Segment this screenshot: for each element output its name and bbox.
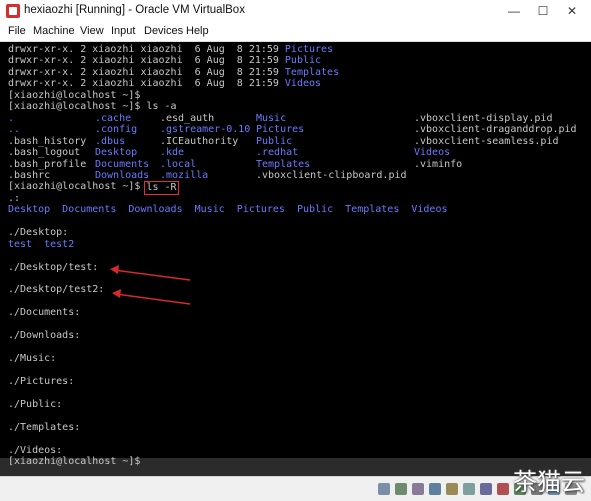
terminal-text: ./Templates:: [8, 422, 81, 433]
vm-status-bar: [0, 476, 591, 501]
menu-file[interactable]: File: [8, 25, 26, 37]
usb-icon[interactable]: [446, 483, 458, 495]
terminal-text: ./Downloads:: [8, 330, 81, 341]
minimize-button[interactable]: —: [500, 2, 528, 20]
terminal-text: Public: [284, 55, 322, 66]
terminal-text: drwxr-xr-x. 2 xiaozhi xiaozhi 6 Aug 8 21…: [8, 78, 285, 89]
terminal-text: .config: [95, 124, 138, 135]
terminal-text: Desktop Documents Downloads Music Pictur…: [8, 204, 448, 215]
terminal-text: .vboxclient-draganddrop.pid: [414, 124, 577, 135]
terminal-text: .bash_logout: [8, 147, 81, 158]
close-button[interactable]: ✕: [558, 2, 586, 20]
terminal-text: test test2: [8, 239, 75, 250]
virtualbox-app-icon: [6, 4, 20, 18]
terminal-text: ./Music:: [8, 353, 57, 364]
network-icon[interactable]: [429, 483, 441, 495]
maximize-button[interactable]: ☐: [529, 2, 557, 20]
terminal-text: .viminfo: [414, 159, 463, 170]
terminal-text: Desktop: [95, 147, 138, 158]
title-bar: hexiaozhi [Running] - Oracle VM VirtualB…: [0, 0, 591, 23]
terminal-text: .redhat: [256, 147, 299, 158]
terminal-text: ./Public:: [8, 399, 63, 410]
terminal-text: [xiaozhi@localhost ~]$ ls -a: [8, 101, 177, 112]
vm-terminal-screen[interactable]: drwxr-xr-x. 2 xiaozhi xiaozhi 6 Aug 8 21…: [0, 42, 591, 476]
menu-view[interactable]: View: [80, 25, 104, 37]
terminal-text: ./Desktop:: [8, 227, 69, 238]
terminal-text: .kde: [160, 147, 185, 158]
menu-devices[interactable]: Devices: [144, 25, 183, 37]
menu-help[interactable]: Help: [186, 25, 209, 37]
audio-icon[interactable]: [412, 483, 424, 495]
menu-bar: File Machine View Input Devices Help: [0, 22, 591, 42]
menu-input[interactable]: Input: [111, 25, 135, 37]
terminal-text: ./Desktop/test:: [8, 262, 99, 273]
terminal-text: ./Documents:: [8, 307, 81, 318]
watermark: 茶猫云: [513, 468, 585, 496]
terminal-text: [xiaozhi@localhost ~]$: [8, 181, 147, 192]
terminal-text: Videos: [284, 78, 322, 89]
arrow-desktop-test: [110, 265, 191, 281]
terminal-text: Pictures: [256, 124, 305, 135]
terminal-text: drwxr-xr-x. 2 xiaozhi xiaozhi 6 Aug 8 21…: [8, 55, 285, 66]
hard-disk-icon[interactable]: [378, 483, 390, 495]
highlighted-command: ls -R: [144, 181, 179, 195]
terminal-text: Videos: [414, 147, 451, 158]
terminal-text: .vboxclient-clipboard.pid: [256, 170, 407, 181]
terminal-text: ..: [8, 124, 21, 135]
shared-folder-icon[interactable]: [463, 483, 475, 495]
menu-machine[interactable]: Machine: [33, 25, 75, 37]
terminal-text: ./Pictures:: [8, 376, 75, 387]
terminal-text: .gstreamer-0.10: [160, 124, 251, 135]
terminal-text: ./Desktop/test2:: [8, 284, 105, 295]
optical-drive-icon[interactable]: [395, 483, 407, 495]
terminal-text: [xiaozhi@localhost ~]$: [8, 456, 141, 467]
recording-icon[interactable]: [497, 483, 509, 495]
arrow-desktop-test2: [112, 289, 191, 305]
display-icon[interactable]: [480, 483, 492, 495]
window-title: hexiaozhi [Running] - Oracle VM VirtualB…: [24, 4, 245, 16]
